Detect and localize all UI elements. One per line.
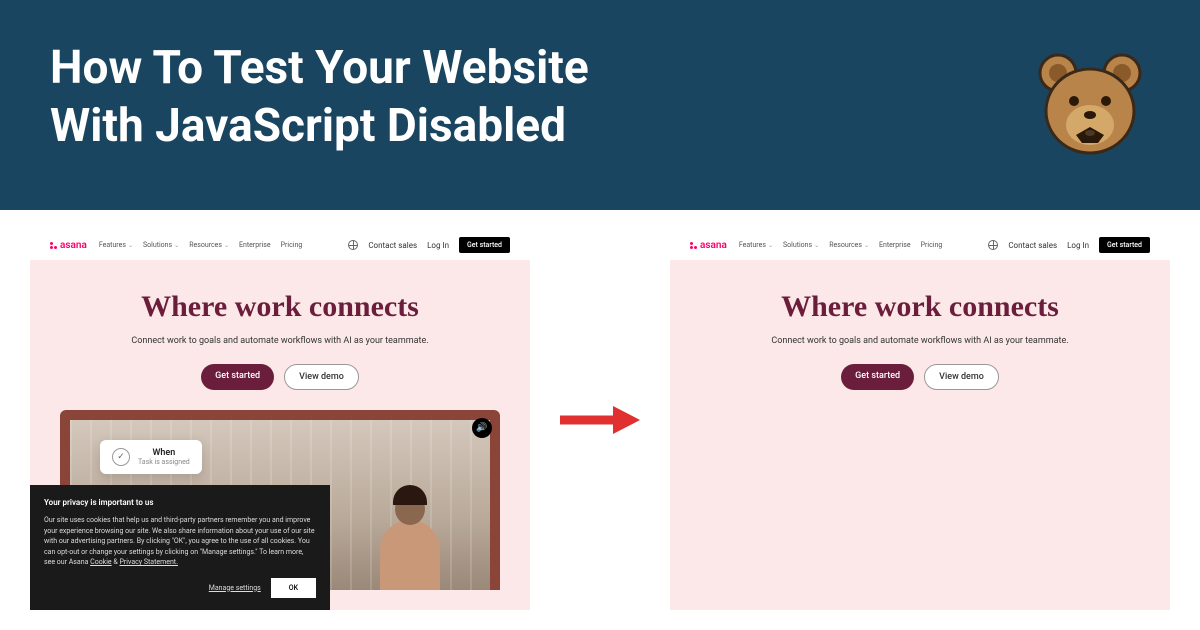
nav-resources[interactable]: Resources⌄ <box>829 241 869 249</box>
cookie-body: Our site uses cookies that help us and t… <box>44 515 316 568</box>
get-started-nav-button[interactable]: Get started <box>459 237 510 253</box>
nav-pricing[interactable]: Pricing <box>921 241 943 249</box>
view-demo-button[interactable]: View demo <box>284 364 359 390</box>
get-started-nav-button[interactable]: Get started <box>1099 237 1150 253</box>
hero-headline: Where work connects <box>50 290 510 324</box>
nav-enterprise[interactable]: Enterprise <box>239 241 271 249</box>
nav-solutions[interactable]: Solutions⌄ <box>143 241 179 249</box>
login-link[interactable]: Log In <box>427 241 449 250</box>
login-link[interactable]: Log In <box>1067 241 1089 250</box>
ok-button[interactable]: OK <box>271 578 316 599</box>
contact-link[interactable]: Contact sales <box>1008 241 1057 250</box>
site-nav: asana Features⌄ Solutions⌄ Resources⌄ En… <box>670 230 1170 260</box>
hero-headline: Where work connects <box>690 290 1150 324</box>
nav-features[interactable]: Features⌄ <box>739 241 773 249</box>
logo-icon <box>50 242 57 249</box>
nav-pricing[interactable]: Pricing <box>281 241 303 249</box>
hero-section: Where work connects Connect work to goal… <box>670 260 1170 610</box>
get-started-button[interactable]: Get started <box>841 364 914 390</box>
view-demo-button[interactable]: View demo <box>924 364 999 390</box>
panel-js-enabled: asana Features⌄ Solutions⌄ Resources⌄ En… <box>30 230 530 610</box>
logo-icon <box>690 242 697 249</box>
bear-logo-icon <box>1030 45 1150 165</box>
site-nav: asana Features⌄ Solutions⌄ Resources⌄ En… <box>30 230 530 260</box>
privacy-link[interactable]: Privacy Statement. <box>119 558 177 566</box>
hero-subhead: Connect work to goals and automate workf… <box>50 336 510 346</box>
brand-logo[interactable]: asana <box>50 240 87 251</box>
sound-icon[interactable]: 🔊 <box>472 418 492 438</box>
chevron-down-icon: ⌄ <box>128 242 133 249</box>
hero-subhead: Connect work to goals and automate workf… <box>690 336 1150 346</box>
chevron-down-icon: ⌄ <box>864 242 869 249</box>
nav-solutions[interactable]: Solutions⌄ <box>783 241 819 249</box>
nav-enterprise[interactable]: Enterprise <box>879 241 911 249</box>
check-circle-icon: ✓ <box>112 448 130 466</box>
get-started-button[interactable]: Get started <box>201 364 274 390</box>
cookie-link[interactable]: Cookie <box>90 558 112 566</box>
cookie-title: Your privacy is important to us <box>44 497 316 509</box>
cookie-banner: Your privacy is important to us Our site… <box>30 485 330 610</box>
manage-settings-button[interactable]: Manage settings <box>209 583 261 594</box>
panel-js-disabled: asana Features⌄ Solutions⌄ Resources⌄ En… <box>670 230 1170 610</box>
globe-icon[interactable] <box>348 240 358 250</box>
comparison-container: asana Features⌄ Solutions⌄ Resources⌄ En… <box>0 210 1200 630</box>
chevron-down-icon: ⌄ <box>814 242 819 249</box>
page-header: How To Test Your Website With JavaScript… <box>0 0 1200 210</box>
nav-links: Features⌄ Solutions⌄ Resources⌄ Enterpri… <box>99 241 302 249</box>
chevron-down-icon: ⌄ <box>224 242 229 249</box>
arrow-icon <box>550 400 650 440</box>
nav-links: Features⌄ Solutions⌄ Resources⌄ Enterpri… <box>739 241 942 249</box>
contact-link[interactable]: Contact sales <box>368 241 417 250</box>
page-title: How To Test Your Website With JavaScript… <box>50 40 589 155</box>
nav-features[interactable]: Features⌄ <box>99 241 133 249</box>
workflow-popup: ✓ When Task is assigned <box>100 440 202 474</box>
brand-logo[interactable]: asana <box>690 240 727 251</box>
chevron-down-icon: ⌄ <box>768 242 773 249</box>
nav-resources[interactable]: Resources⌄ <box>189 241 229 249</box>
person-illustration <box>360 470 460 590</box>
chevron-down-icon: ⌄ <box>174 242 179 249</box>
globe-icon[interactable] <box>988 240 998 250</box>
